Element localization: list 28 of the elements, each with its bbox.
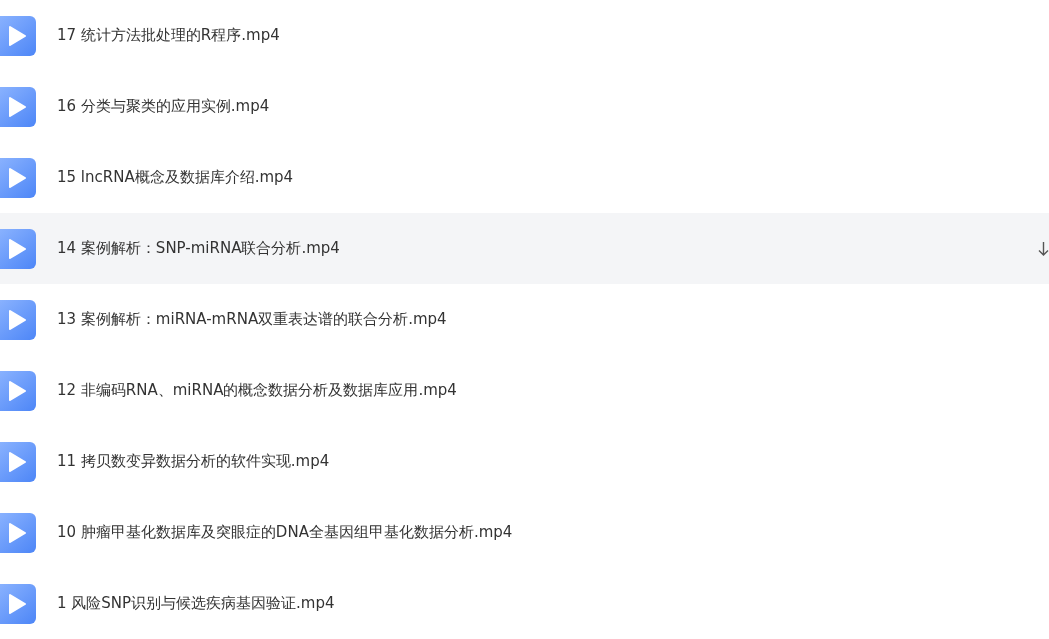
play-icon — [0, 441, 36, 482]
file-row[interactable]: 15 lncRNA概念及数据库介绍.mp4 — [0, 142, 1049, 213]
file-row[interactable]: 14 案例解析：SNP-miRNA联合分析.mp4 — [0, 213, 1049, 284]
file-name: 10 肿瘤甲基化数据库及突眼症的DNA全基因组甲基化数据分析.mp4 — [57, 523, 513, 542]
file-name: 12 非编码RNA、miRNA的概念数据分析及数据库应用.mp4 — [57, 381, 457, 400]
play-icon — [0, 228, 36, 269]
file-row[interactable]: 12 非编码RNA、miRNA的概念数据分析及数据库应用.mp4 — [0, 355, 1049, 426]
file-row[interactable]: 11 拷贝数变异数据分析的软件实现.mp4 — [0, 426, 1049, 497]
file-row[interactable]: 16 分类与聚类的应用实例.mp4 — [0, 71, 1049, 142]
file-row[interactable]: 13 案例解析：miRNA-mRNA双重表达谱的联合分析.mp4 — [0, 284, 1049, 355]
file-row[interactable]: 10 肿瘤甲基化数据库及突眼症的DNA全基因组甲基化数据分析.mp4 — [0, 497, 1049, 568]
file-row[interactable]: 17 统计方法批处理的R程序.mp4 — [0, 0, 1049, 71]
file-name: 11 拷贝数变异数据分析的软件实现.mp4 — [57, 452, 330, 471]
file-name: 15 lncRNA概念及数据库介绍.mp4 — [57, 168, 294, 187]
play-icon — [0, 86, 36, 127]
file-name: 17 统计方法批处理的R程序.mp4 — [57, 26, 280, 45]
file-row[interactable]: 1 风险SNP识别与候选疾病基因验证.mp4 — [0, 568, 1049, 639]
file-name: 13 案例解析：miRNA-mRNA双重表达谱的联合分析.mp4 — [57, 310, 447, 329]
play-icon — [0, 15, 36, 56]
file-name: 16 分类与聚类的应用实例.mp4 — [57, 97, 270, 116]
play-icon — [0, 512, 36, 553]
file-name: 14 案例解析：SNP-miRNA联合分析.mp4 — [57, 239, 340, 258]
play-icon — [0, 299, 36, 340]
play-icon — [0, 370, 36, 411]
download-arrow-icon[interactable] — [1038, 241, 1049, 257]
play-icon — [0, 157, 36, 198]
play-icon — [0, 583, 36, 624]
file-name: 1 风险SNP识别与候选疾病基因验证.mp4 — [57, 594, 335, 613]
